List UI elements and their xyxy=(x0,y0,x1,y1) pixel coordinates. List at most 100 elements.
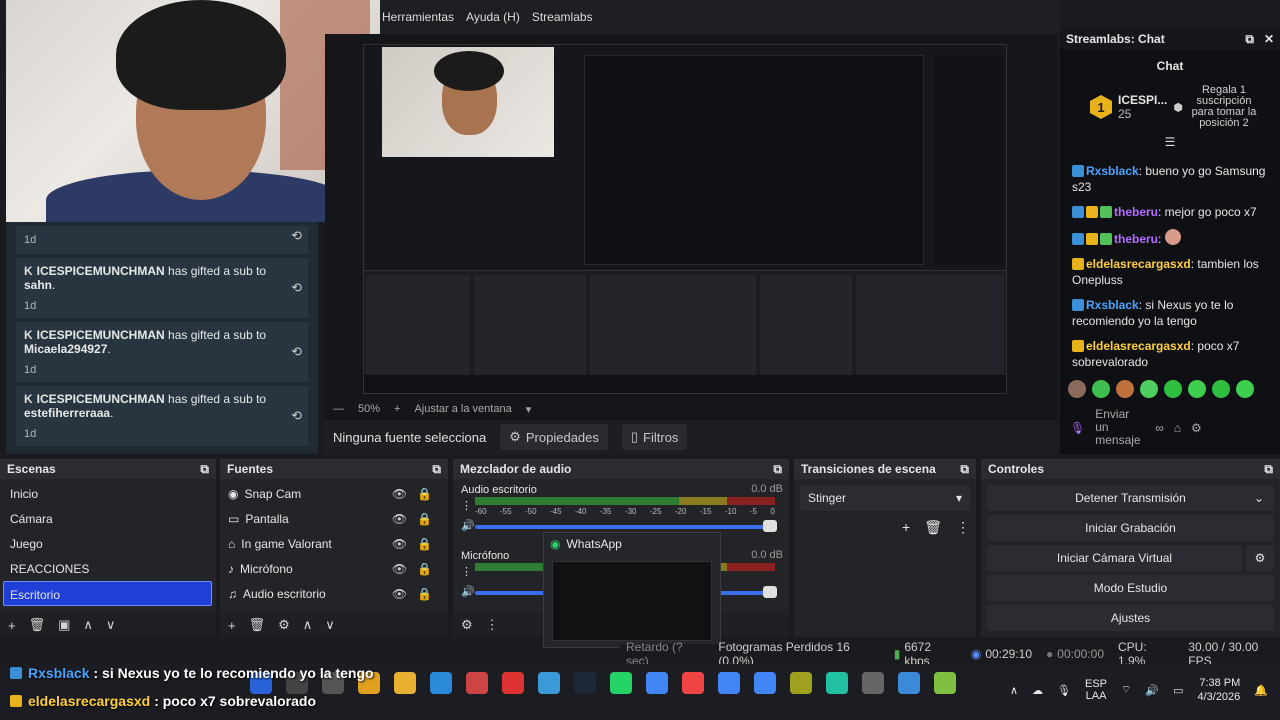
chat-user[interactable]: Rxsblack xyxy=(1086,298,1139,312)
scene-item[interactable]: Juego xyxy=(0,531,216,556)
stop-stream-button[interactable]: Detener Transmisión ⌄ xyxy=(987,485,1274,511)
lock-icon[interactable]: 🔒 xyxy=(417,512,432,526)
chat-input[interactable]: Enviar un mensaje xyxy=(1095,408,1145,447)
float-icon[interactable]: ⧉ xyxy=(432,462,441,477)
chat-user[interactable]: eldelasrecargasxd xyxy=(1086,257,1191,271)
close-icon[interactable]: ✕ xyxy=(1264,32,1274,46)
filters-button[interactable]: ▯ Filtros xyxy=(621,424,688,450)
trash-icon[interactable]: 🗑 xyxy=(924,519,942,536)
replay-icon[interactable]: ⟲ xyxy=(291,228,302,244)
trash-icon[interactable]: 🗑 xyxy=(249,617,266,633)
volume-slider[interactable] xyxy=(475,520,777,532)
float-icon[interactable]: ⧉ xyxy=(200,462,209,477)
float-icon[interactable]: ⧉ xyxy=(1245,32,1254,46)
emote-icon[interactable] xyxy=(1068,380,1086,398)
notepad-icon[interactable] xyxy=(898,672,920,694)
menu-icon[interactable]: ☰ xyxy=(1060,135,1280,149)
source-item[interactable]: ◉ Snap Cam 👁 🔒 xyxy=(220,481,448,506)
more-icon[interactable]: ⋮ xyxy=(956,519,970,536)
gear-icon[interactable]: ⚙ xyxy=(278,617,290,633)
chevron-down-icon[interactable]: ∨ xyxy=(325,617,335,633)
float-icon[interactable]: ⧉ xyxy=(1264,462,1273,477)
gear-icon[interactable]: ⚙ xyxy=(1246,545,1274,571)
scene-item[interactable]: REACCIONES xyxy=(0,556,216,581)
wifi-icon[interactable]: ⌔ xyxy=(1121,683,1131,697)
lock-icon[interactable]: 🔒 xyxy=(417,487,432,501)
zoom-out-icon[interactable]: — xyxy=(333,403,344,415)
store-icon[interactable]: ⌂ xyxy=(1174,421,1181,435)
source-item[interactable]: ⌂ In game Valorant 👁 🔒 xyxy=(220,531,448,556)
scene-item[interactable]: Cámara xyxy=(0,506,216,531)
chrome-icon[interactable] xyxy=(754,672,776,694)
store-icon[interactable] xyxy=(466,672,488,694)
volume-icon[interactable]: 🔊 xyxy=(1145,684,1159,697)
gear-icon[interactable]: ⚙ xyxy=(461,617,473,633)
slider-knob[interactable] xyxy=(763,586,777,598)
app-icon[interactable] xyxy=(934,672,956,694)
chevron-up-icon[interactable]: ∧ xyxy=(1010,684,1018,697)
menu-streamlabs[interactable]: Streamlabs xyxy=(532,10,593,24)
chevron-down-icon[interactable]: ▾ xyxy=(526,403,532,416)
link-icon[interactable]: ∞ xyxy=(1155,421,1164,435)
whatsapp-preview[interactable]: ◉ WhatsApp xyxy=(543,532,721,648)
lock-icon[interactable]: 🔒 xyxy=(417,537,432,551)
more-icon[interactable]: ⋮ xyxy=(461,499,472,512)
eye-icon[interactable]: 👁 xyxy=(392,512,407,526)
language-indicator[interactable]: ESP LAA xyxy=(1085,678,1107,702)
battery-icon[interactable]: ▭ xyxy=(1173,684,1183,697)
settings-icon[interactable]: ⚙ xyxy=(1191,421,1202,435)
emote-icon[interactable] xyxy=(1116,380,1134,398)
replay-icon[interactable]: ⟲ xyxy=(291,408,302,424)
add-icon[interactable]: + xyxy=(228,618,236,633)
speaker-icon[interactable]: 🔊 xyxy=(461,519,475,532)
studio-mode-button[interactable]: Modo Estudio xyxy=(987,575,1274,601)
slider-knob[interactable] xyxy=(763,520,777,532)
chat-user[interactable]: theberu xyxy=(1114,232,1158,246)
fit-window[interactable]: Ajustar a la ventana xyxy=(414,403,511,415)
speaker-icon[interactable]: 🔊 xyxy=(461,585,475,598)
source-item[interactable]: ♪ Micrófono 👁 🔒 xyxy=(220,556,448,581)
more-icon[interactable]: ⋮ xyxy=(461,565,472,578)
emote-icon[interactable] xyxy=(1236,380,1254,398)
lock-icon[interactable]: 🔒 xyxy=(417,562,432,576)
start-recording-button[interactable]: Iniciar Grabación xyxy=(987,515,1274,541)
add-icon[interactable]: + xyxy=(902,519,910,536)
chat-user[interactable]: eldelasrecargasxd xyxy=(1086,339,1191,353)
eye-icon[interactable]: 👁 xyxy=(392,587,407,601)
mic-icon[interactable]: 🎙 xyxy=(1057,684,1071,697)
add-icon[interactable]: + xyxy=(8,618,16,633)
app-icon[interactable] xyxy=(538,672,560,694)
transition-select[interactable]: Stinger ▾ xyxy=(800,485,970,511)
source-item[interactable]: ▭ Pantalla 👁 🔒 xyxy=(220,506,448,531)
folder-icon[interactable] xyxy=(394,672,416,694)
window-thumbnail[interactable] xyxy=(552,561,712,641)
eye-icon[interactable]: 👁 xyxy=(392,537,407,551)
app-icon[interactable] xyxy=(790,672,812,694)
brave-icon[interactable] xyxy=(682,672,704,694)
mic-icon[interactable]: 🎙 xyxy=(1070,421,1085,435)
more-icon[interactable]: ⋮ xyxy=(486,617,499,633)
chevron-up-icon[interactable]: ∧ xyxy=(83,617,93,633)
steam-icon[interactable] xyxy=(574,672,596,694)
menu-ayuda[interactable]: Ayuda (H) xyxy=(466,10,520,24)
chrome-icon[interactable] xyxy=(718,672,740,694)
settings-button[interactable]: Ajustes xyxy=(987,605,1274,631)
chrome-icon[interactable] xyxy=(646,672,668,694)
replay-icon[interactable]: ⟲ xyxy=(291,280,302,296)
emote-icon[interactable] xyxy=(1140,380,1158,398)
virtual-camera-button[interactable]: Iniciar Cámara Virtual xyxy=(987,545,1242,571)
chat-user[interactable]: Rxsblack xyxy=(1086,164,1139,178)
chevron-up-icon[interactable]: ∧ xyxy=(303,617,313,633)
emote-icon[interactable] xyxy=(1092,380,1110,398)
replay-icon[interactable]: ⟲ xyxy=(291,344,302,360)
source-item[interactable]: ♫ Audio escritorio 👁 🔒 xyxy=(220,581,448,606)
chevron-down-icon[interactable]: ⌄ xyxy=(1254,491,1264,505)
eye-icon[interactable]: 👁 xyxy=(392,487,407,501)
obs-icon[interactable] xyxy=(862,672,884,694)
preview-area[interactable] xyxy=(325,34,1057,398)
cloud-icon[interactable]: ☁ xyxy=(1032,684,1043,697)
emote-icon[interactable] xyxy=(1188,380,1206,398)
eye-icon[interactable]: 👁 xyxy=(392,562,407,576)
menu-herramientas[interactable]: Herramientas xyxy=(382,10,454,24)
filter-icon[interactable]: ▣ xyxy=(58,617,70,633)
